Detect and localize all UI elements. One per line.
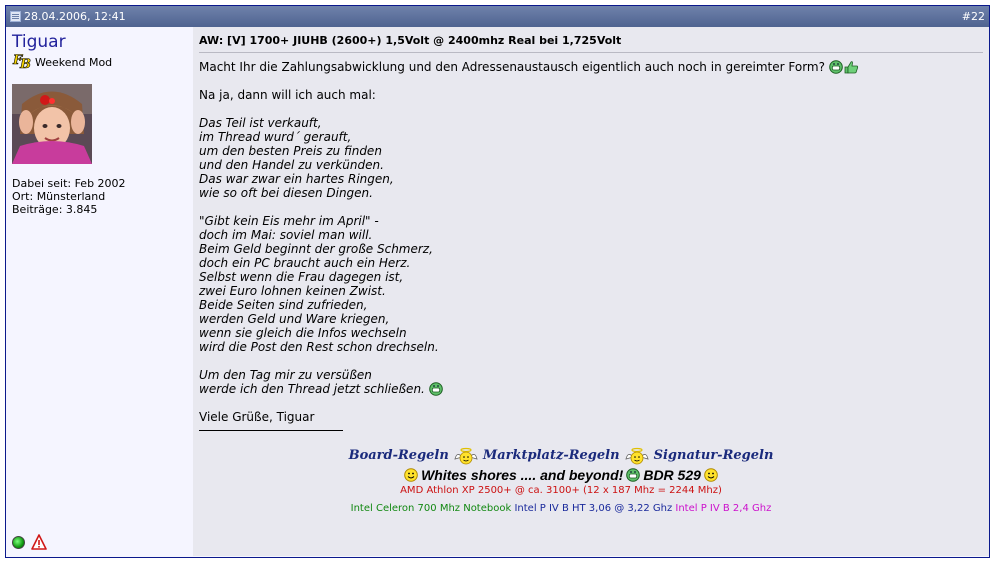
poem-line: Beim Geld beginnt der große Schmerz,	[199, 242, 433, 256]
grin-smiley-icon	[829, 60, 843, 74]
forum-badge-icon: FB	[13, 53, 32, 73]
user-posts: Beiträge: 3.845	[12, 203, 98, 216]
poem-line: Das war zwar ein hartes Ringen,	[199, 172, 394, 186]
smile-icon	[404, 468, 418, 482]
poem-line: werde ich den Thread jetzt schließen.	[199, 382, 425, 396]
poem-stanza-2: "Gibt kein Eis mehr im April" - doch im …	[199, 214, 983, 354]
poem-line: doch im Mai: soviel man will.	[199, 228, 373, 242]
post-icon	[10, 11, 21, 22]
user-location: Ort: Münsterland	[12, 190, 106, 203]
poem-stanza-3: Um den Tag mir zu versüßen werde ich den…	[199, 368, 983, 396]
poem-line: Selbst wenn die Frau dagegen ist,	[199, 270, 404, 284]
signature-rules-link[interactable]: Signatur-Regeln	[654, 449, 774, 463]
user-info: Dabei seit: Feb 2002 Ort: Münsterland Be…	[12, 177, 187, 216]
signature-bdr: BDR 529	[643, 467, 701, 483]
signature-celeron-system: Intel Celeron 700 Mhz Notebook	[350, 503, 512, 514]
grin-smiley-icon	[428, 382, 443, 396]
user-panel: Tiguar FB Weekend Mod Dabei seit: Feb 20…	[6, 27, 193, 556]
thumbs-up-icon	[843, 60, 858, 74]
post-header: 28.04.2006, 12:41 #22	[6, 6, 989, 27]
avatar	[12, 84, 92, 164]
poem-line: Um den Tag mir zu versüßen	[199, 368, 372, 382]
signature-motto: Whites shores .... and beyond!	[421, 467, 624, 483]
signature-amd-system: AMD Athlon XP 2500+ @ ca. 3100+ (12 x 18…	[400, 485, 722, 496]
poem-line: wie so oft bei diesen Dingen.	[199, 186, 373, 200]
smile-icon	[704, 468, 718, 482]
post-timestamp: 28.04.2006, 12:41	[24, 10, 126, 23]
forum-post: 28.04.2006, 12:41 #22 Tiguar FB Weekend …	[5, 5, 990, 558]
poem-line: und den Handel zu verkünden.	[199, 158, 384, 172]
poem-line: wird die Post den Rest schon drechseln.	[199, 340, 439, 354]
post-line2: Na ja, dann will ich auch mal:	[199, 88, 376, 102]
poem-stanza-1: Das Teil ist verkauft, im Thread wurd´ g…	[199, 116, 983, 200]
post-closing: Viele Grüße, Tiguar	[199, 410, 315, 424]
post-content-panel: AW: [V] 1700+ JIUHB (2600+) 1,5Volt @ 24…	[193, 27, 989, 556]
post-intro: Macht Ihr die Zahlungsabwicklung und den…	[199, 60, 825, 74]
user-joined: Dabei seit: Feb 2002	[12, 177, 126, 190]
user-rank: FB Weekend Mod	[12, 53, 187, 73]
poem-line: doch ein PC braucht auch ein Herz.	[199, 256, 411, 270]
poem-line: im Thread wurd´ gerauft,	[199, 130, 352, 144]
poem-line: um den besten Preis zu finden	[199, 144, 382, 158]
user-title: Weekend Mod	[35, 55, 113, 69]
signature-p4ht-system: Intel P IV B HT 3,06 @ 3,22 Ghz	[514, 503, 673, 514]
signature-divider	[199, 430, 343, 431]
post-title: AW: [V] 1700+ JIUHB (2600+) 1,5Volt @ 24…	[199, 34, 983, 53]
poem-line: "Gibt kein Eis mehr im April" -	[199, 214, 379, 228]
signature-p4b-system: Intel P IV B 2,4 Ghz	[675, 503, 772, 514]
online-status-icon[interactable]	[12, 535, 25, 549]
poem-line: Das Teil ist verkauft,	[199, 116, 322, 130]
angel-smiley-icon	[453, 447, 479, 465]
report-post-icon[interactable]	[31, 534, 47, 550]
poem-line: zwei Euro lohnen keinen Zwist.	[199, 284, 386, 298]
poem-line: wenn sie gleich die Infos wechseln	[199, 326, 407, 340]
marketplace-rules-link[interactable]: Marktplatz-Regeln	[483, 449, 620, 463]
angel-smiley-icon	[624, 447, 650, 465]
grin-smiley-icon	[626, 468, 641, 482]
post-number-link[interactable]: #22	[962, 10, 985, 23]
poem-line: Beide Seiten sind zufrieden,	[199, 298, 368, 312]
signature: Board-Regeln Marktplatz-Regeln Signatur-…	[199, 447, 983, 516]
post-message: Macht Ihr die Zahlungsabwicklung und den…	[199, 60, 983, 516]
poem-line: werden Geld und Ware kriegen,	[199, 312, 390, 326]
username-link[interactable]: Tiguar	[12, 32, 66, 52]
board-rules-link[interactable]: Board-Regeln	[349, 449, 449, 463]
